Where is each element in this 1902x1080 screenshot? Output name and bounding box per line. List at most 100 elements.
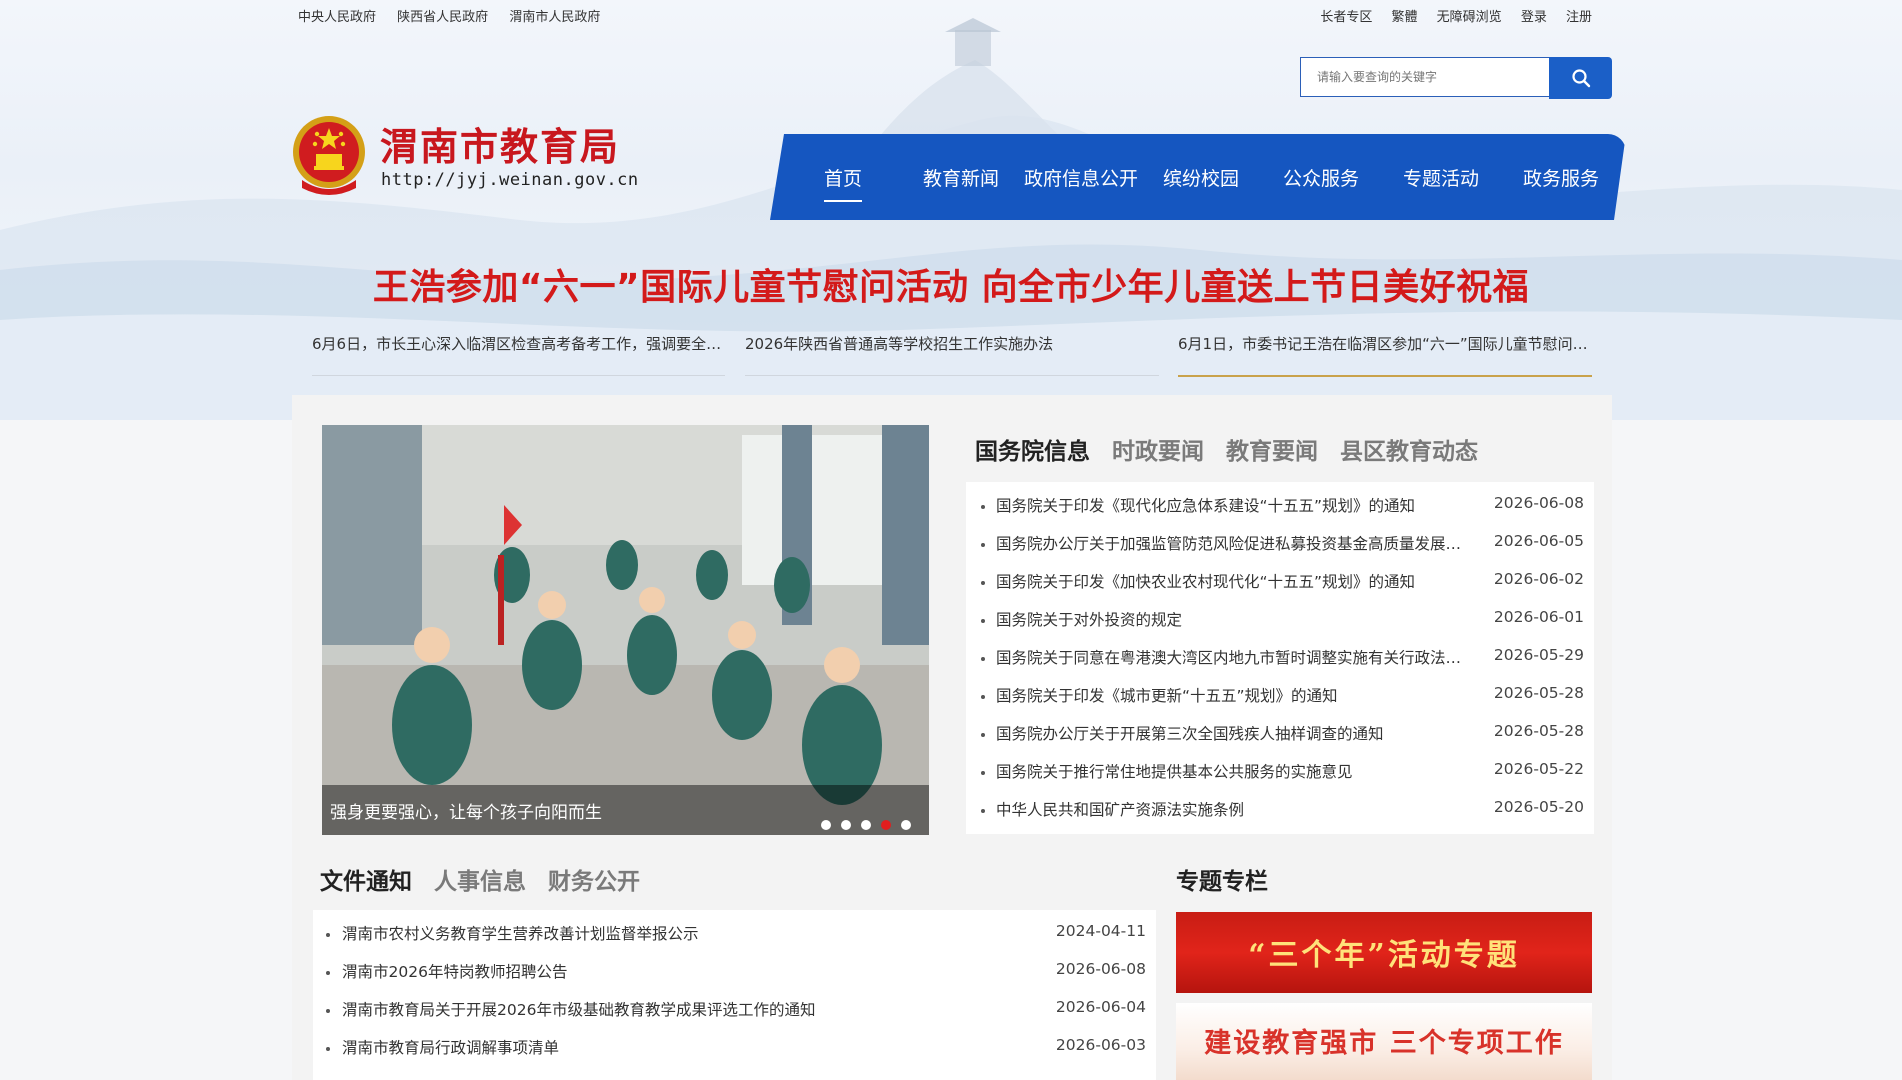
list-item-title: 渭南市农村义务教育学生营养改善计划监督举报公示: [342, 925, 699, 943]
tab-finance-disclosure[interactable]: 财务公开: [548, 869, 640, 895]
list-item-date: 2026-06-02: [1493, 570, 1584, 588]
top-link-weinan-gov[interactable]: 渭南市人民政府: [509, 10, 600, 25]
bullet-icon: [981, 657, 985, 661]
list-item-title: 国务院关于对外投资的规定: [996, 611, 1183, 629]
traditional-chinese-link[interactable]: 繁體: [1392, 10, 1418, 25]
banner-three-year-campaign[interactable]: “三个年”活动专题: [1176, 912, 1592, 993]
list-item-date: 2026-05-28: [1493, 684, 1584, 702]
top-links: 中央人民政府 陕西省人民政府 渭南市人民政府: [298, 6, 617, 25]
list-item-date: 2026-06-08: [1493, 494, 1584, 512]
tab-state-council-info[interactable]: 国务院信息: [975, 439, 1090, 465]
list-item[interactable]: 国务院关于印发《现代化应急体系建设“十五五”规划》的通知 2026-06-08: [966, 494, 1594, 532]
list-item[interactable]: 国务院关于印发《城市更新“十五五”规划》的通知 2026-05-28: [966, 684, 1594, 722]
search-input[interactable]: [1300, 57, 1550, 97]
list-item-title: 国务院办公厅关于加强监管防范风险促进私募投资基金高质量发展的意见: [996, 535, 1466, 553]
tab-education-news[interactable]: 教育要闻: [1226, 439, 1318, 465]
tab-file-notices[interactable]: 文件通知: [320, 869, 412, 895]
list-item-title: 国务院关于同意在粤港澳大湾区内地九市暂时调整实施有关行政法规规定的批复: [996, 649, 1466, 667]
list-item[interactable]: 国务院关于印发《加快农业农村现代化“十五五”规划》的通知 2026-06-02: [966, 570, 1594, 608]
list-item[interactable]: 渭南市教育局关于开展2026年市级基础教育教学成果评选工作的通知 2026-06-…: [313, 998, 1156, 1036]
top-right-links: 长者专区 繁體 无障碍浏览 登录 注册: [1305, 6, 1592, 25]
tab-county-education[interactable]: 县区教育动态: [1340, 439, 1478, 465]
list-item[interactable]: 国务院关于推行常住地提供基本公共服务的实施意见 2026-05-22: [966, 760, 1594, 798]
bullet-icon: [981, 543, 985, 547]
nav-special-activities[interactable]: 专题活动: [1403, 164, 1479, 191]
accessibility-link[interactable]: 无障碍浏览: [1437, 10, 1502, 25]
special-column-title: 专题专栏: [1176, 869, 1268, 895]
bullet-icon: [981, 771, 985, 775]
slider-caption[interactable]: 强身更要强心，让每个孩子向阳而生: [330, 798, 602, 823]
elder-zone-link[interactable]: 长者专区: [1320, 10, 1372, 25]
list-item[interactable]: 中华人民共和国矿产资源法实施条例 2026-05-20: [966, 798, 1594, 836]
bullet-icon: [981, 619, 985, 623]
list-item[interactable]: 国务院办公厅关于加强监管防范风险促进私募投资基金高质量发展的意见 2026-06-…: [966, 532, 1594, 570]
list-item-title: 渭南市教育局关于开展2026年市级基础教育教学成果评选工作的通知: [342, 1001, 816, 1019]
list-item-date: 2026-05-28: [1493, 722, 1584, 740]
notice-tabs: 文件通知 人事信息 财务公开: [320, 862, 654, 896]
list-item[interactable]: 国务院办公厅关于开展第三次全国残疾人抽样调查的通知 2026-05-28: [966, 722, 1594, 760]
list-item[interactable]: 国务院关于对外投资的规定 2026-06-01: [966, 608, 1594, 646]
banner-three-year-text: “三个年”活动专题: [1248, 938, 1520, 973]
bullet-icon: [981, 809, 985, 813]
list-item[interactable]: 渭南市农村义务教育学生营养改善计划监督举报公示 2024-04-11: [313, 922, 1156, 960]
nav-education-news[interactable]: 教育新闻: [923, 164, 999, 191]
nav-gov-service[interactable]: 政务服务: [1523, 164, 1599, 191]
list-item-title: 渭南市教育局行政调解事项清单: [342, 1039, 560, 1057]
state-council-news-list: 国务院关于印发《现代化应急体系建设“十五五”规划》的通知 2026-06-08 国…: [966, 482, 1594, 834]
site-title: 渭南市教育局: [380, 124, 621, 169]
site-logo[interactable]: 渭南市教育局 http://jyj.weinan.gov.cn: [290, 112, 638, 202]
bullet-icon: [326, 1047, 330, 1051]
tab-personnel-info[interactable]: 人事信息: [434, 869, 526, 895]
news-tabs: 国务院信息 时政要闻 教育要闻 县区教育动态: [975, 432, 1492, 466]
photo-slider[interactable]: 强身更要强心，让每个孩子向阳而生: [322, 425, 929, 835]
site-url: http://jyj.weinan.gov.cn: [381, 170, 639, 190]
national-emblem-icon: [293, 116, 365, 195]
list-item-date: 2026-05-22: [1493, 760, 1584, 778]
banner-education-power[interactable]: 建设教育强市 三个专项工作: [1176, 1003, 1592, 1080]
slider-photo: [322, 425, 929, 835]
register-link[interactable]: 注册: [1566, 10, 1592, 25]
nav-campus[interactable]: 缤纷校园: [1163, 164, 1239, 191]
bullet-icon: [326, 1009, 330, 1013]
bullet-icon: [326, 971, 330, 975]
list-item[interactable]: 渭南市2026年特岗教师招聘公告 2026-06-08: [313, 960, 1156, 998]
slider-dot-2[interactable]: [841, 820, 851, 830]
bullet-icon: [326, 933, 330, 937]
search-button[interactable]: [1549, 57, 1612, 99]
list-item-title: 国务院关于印发《城市更新“十五五”规划》的通知: [996, 687, 1338, 705]
list-item-date: 2026-06-01: [1493, 608, 1584, 626]
slider-dot-1[interactable]: [821, 820, 831, 830]
headline-news[interactable]: 王浩参加“六一”国际儿童节慰问活动 向全市少年儿童送上节日美好祝福: [0, 258, 1902, 310]
sub-news-2[interactable]: 2026年陕西省普通高等学校招生工作实施办法: [745, 333, 1159, 376]
list-item-date: 2026-06-03: [1055, 1036, 1146, 1054]
search-icon: [1571, 69, 1590, 88]
sub-news-3[interactable]: 6月1日，市委书记王浩在临渭区参加“六一”国际儿童节慰问活动: [1178, 333, 1592, 377]
top-link-shaanxi-gov[interactable]: 陕西省人民政府: [397, 10, 488, 25]
list-item[interactable]: 国务院关于同意在粤港澳大湾区内地九市暂时调整实施有关行政法规规定的批复 2026-…: [966, 646, 1594, 684]
list-item-date: 2024-04-11: [1055, 922, 1146, 940]
slider-dots: [811, 815, 911, 830]
top-link-central-gov[interactable]: 中央人民政府: [298, 10, 376, 25]
list-item-title: 国务院关于印发《现代化应急体系建设“十五五”规划》的通知: [996, 497, 1416, 515]
list-item-title: 中华人民共和国矿产资源法实施条例: [996, 801, 1245, 819]
list-item-date: 2026-06-04: [1055, 998, 1146, 1016]
list-item-date: 2026-05-29: [1493, 646, 1584, 664]
list-item[interactable]: 渭南市教育局行政调解事项清单 2026-06-03: [313, 1036, 1156, 1074]
bullet-icon: [981, 695, 985, 699]
slider-dot-5[interactable]: [901, 820, 911, 830]
list-item-date: 2026-06-05: [1493, 532, 1584, 550]
tab-current-affairs[interactable]: 时政要闻: [1112, 439, 1204, 465]
slider-dot-3[interactable]: [861, 820, 871, 830]
list-item-title: 国务院关于推行常住地提供基本公共服务的实施意见: [996, 763, 1353, 781]
list-item-title: 国务院办公厅关于开展第三次全国残疾人抽样调查的通知: [996, 725, 1384, 743]
login-link[interactable]: 登录: [1521, 10, 1547, 25]
list-item-date: 2026-05-20: [1493, 798, 1584, 816]
slider-dot-4[interactable]: [881, 820, 891, 830]
nav-gov-info[interactable]: 政府信息公开: [1024, 164, 1138, 191]
nav-home[interactable]: 首页: [824, 164, 862, 191]
list-item-title: 国务院关于印发《加快农业农村现代化“十五五”规划》的通知: [996, 573, 1416, 591]
main-nav: 首页 教育新闻 政府信息公开 缤纷校园 公众服务 专题活动 政务服务: [770, 134, 1626, 220]
list-item-date: 2026-06-08: [1055, 960, 1146, 978]
nav-public-service[interactable]: 公众服务: [1283, 164, 1359, 191]
sub-news-1[interactable]: 6月6日，市长王心深入临渭区检查高考备考工作，强调要全力以赴做好高考组考工作: [312, 333, 725, 376]
